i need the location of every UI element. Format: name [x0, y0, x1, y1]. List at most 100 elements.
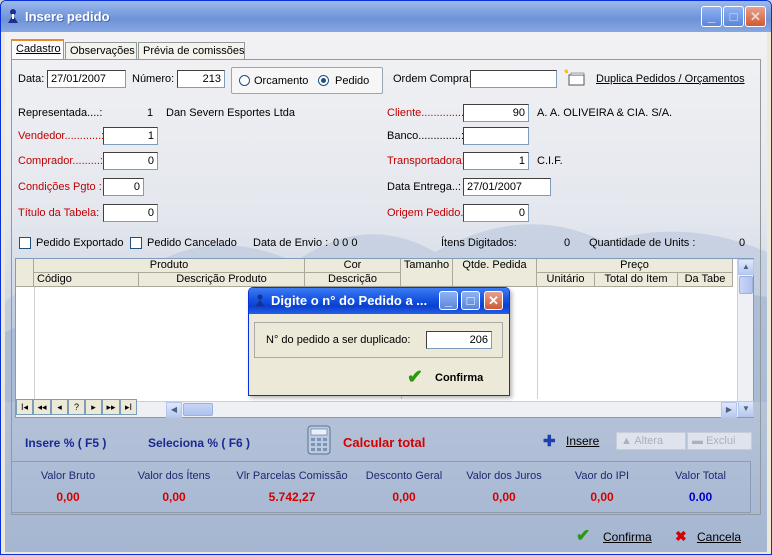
valor-ipi-value: 0,00: [590, 490, 614, 504]
condicoes-label: Condições Pgto :: [18, 181, 102, 193]
exclui-icon: ▬: [692, 435, 707, 447]
comprador-label: Comprador.........:: [18, 155, 103, 167]
grid-vertical-scrollbar[interactable]: ▲ ▼: [737, 259, 754, 417]
numero-field[interactable]: 213: [177, 70, 225, 88]
nav-prior-button[interactable]: ◂: [51, 399, 68, 415]
banco-field[interactable]: [463, 127, 529, 145]
comprador-field[interactable]: 0: [103, 152, 158, 170]
dialog-prompt: N° do pedido a ser duplicado:: [266, 334, 411, 346]
dialog-confirma-button[interactable]: Confirma: [435, 372, 483, 384]
calcular-total-button[interactable]: Calcular total: [343, 435, 425, 450]
grid-col-descricao-produto[interactable]: Descrição Produto: [139, 273, 305, 287]
banco-label: Banco..............:: [387, 130, 465, 142]
pedido-exportado-checkbox[interactable]: [19, 237, 31, 249]
scroll-down-button[interactable]: ▼: [738, 401, 754, 417]
minimize-button[interactable]: _: [701, 6, 722, 27]
seleciona-percent-f6[interactable]: Seleciona % ( F6 ): [148, 436, 250, 450]
data-field[interactable]: 27/01/2007: [47, 70, 126, 88]
dialog-pedido-field[interactable]: 206: [426, 331, 492, 349]
scroll-left-button[interactable]: ◀: [166, 402, 182, 418]
titulo-tabela-label: Título da Tabela:: [18, 207, 100, 219]
data-envio-value: 0 0 0: [333, 237, 358, 249]
numero-label: Número:: [132, 73, 175, 85]
scroll-up-button[interactable]: ▲: [738, 259, 754, 275]
confirma-button[interactable]: Confirma: [603, 530, 652, 544]
nav-next-button[interactable]: ▸: [85, 399, 102, 415]
nav-first-button[interactable]: I◂: [16, 399, 33, 415]
titulo-tabela-field[interactable]: 0: [103, 204, 158, 222]
nav-next-page-button[interactable]: ▸▸: [102, 399, 120, 415]
grid-col-da-tabela[interactable]: Da Tabe: [678, 273, 733, 287]
nav-help-button[interactable]: ?: [68, 399, 85, 415]
tipo-radio-group: Orcamento Pedido: [231, 67, 383, 94]
origem-label: Origem Pedido.:: [387, 207, 467, 219]
tab-cadastro[interactable]: Cadastro: [11, 39, 64, 60]
grid-col-codigo[interactable]: Código: [34, 273, 139, 287]
data-entrega-field[interactable]: 27/01/2007: [463, 178, 551, 196]
duplica-folder-icon[interactable]: [564, 69, 586, 87]
dialog-maximize-button[interactable]: □: [461, 291, 480, 310]
origem-field[interactable]: 0: [463, 204, 529, 222]
cliente-field[interactable]: 90: [463, 104, 529, 122]
ordem-compra-label: Ordem Compra:: [393, 73, 472, 85]
pedido-cancelado-checkbox[interactable]: [130, 237, 142, 249]
calculator-icon[interactable]: [306, 425, 332, 455]
insere-percent-f5[interactable]: Insere % ( F5 ): [25, 436, 106, 450]
close-button[interactable]: ✕: [745, 6, 766, 27]
dialog-close-button[interactable]: ✕: [484, 291, 503, 310]
vendedor-label: Vendedor............:: [18, 130, 105, 142]
grid-group-tamanho: Tamanho: [401, 259, 453, 287]
altera-icon: ▲: [621, 435, 635, 447]
summary-bar: Valor Bruto 0,00 Valor dos Ítens 0,00 Vl…: [11, 461, 751, 513]
grid-col-total-item[interactable]: Total do Item: [595, 273, 678, 287]
vendedor-field[interactable]: 1: [103, 127, 158, 145]
grid-group-preco: Preço: [537, 259, 733, 273]
maximize-button[interactable]: □: [723, 6, 744, 27]
tab-previa-comissoes[interactable]: Prévia de comissões: [138, 42, 245, 60]
representada-label: Representada....:: [18, 107, 103, 119]
main-window: Insere pedido _ □ ✕ Cadastro Observações…: [0, 0, 772, 555]
grid-col-descricao-cor[interactable]: Descrição: [305, 273, 401, 287]
itens-digitados-label: Ítens Digitados:: [441, 237, 517, 249]
valor-bruto-label: Valor Bruto: [40, 470, 96, 482]
nav-last-button[interactable]: ▸I: [120, 399, 137, 415]
transportadora-label: Transportadora:: [387, 155, 465, 167]
valor-bruto-value: 0,00: [56, 490, 80, 504]
pedido-cancelado-label: Pedido Cancelado: [147, 237, 237, 249]
duplica-link[interactable]: Duplica Pedidos / Orçamentos: [596, 73, 745, 85]
dialog-title-bar[interactable]: Digite o n° do Pedido a ... _ □ ✕: [249, 288, 509, 314]
cliente-name: A. A. OLIVEIRA & CIA. S/A.: [537, 107, 673, 119]
nav-prior-page-button[interactable]: ◂◂: [33, 399, 51, 415]
altera-button[interactable]: ▲ Altera: [616, 432, 686, 450]
hscroll-thumb[interactable]: [183, 403, 213, 416]
valor-juros-label: Valor dos Juros: [466, 470, 542, 482]
pedido-radio[interactable]: [318, 75, 329, 86]
quantidade-units-value: 0: [739, 237, 746, 249]
grid-col-unitario[interactable]: Unitário: [537, 273, 595, 287]
dialog-minimize-button[interactable]: _: [439, 291, 458, 310]
data-envio-label: Data de Envio :: [253, 237, 329, 249]
orcamento-radio[interactable]: [239, 75, 250, 86]
scroll-right-button[interactable]: ▶: [721, 402, 737, 418]
ordem-compra-field[interactable]: [470, 70, 557, 88]
transportadora-name: C.I.F.: [537, 155, 563, 167]
exclui-button[interactable]: ▬ Exclui: [687, 432, 752, 450]
orcamento-label: Orcamento: [254, 75, 309, 87]
desconto-geral-value: 0,00: [392, 490, 416, 504]
itens-digitados-value: 0: [564, 237, 571, 249]
grid-group-qtde-pedida: Qtde. Pedida: [453, 259, 537, 287]
cancela-x-icon: ✖: [675, 528, 687, 544]
transportadora-field[interactable]: 1: [463, 152, 529, 170]
cancela-button[interactable]: Cancela: [697, 530, 741, 544]
representada-name: Dan Severn Esportes Ltda: [166, 107, 296, 119]
window-title: Insere pedido: [25, 9, 110, 24]
scroll-thumb[interactable]: [739, 276, 753, 294]
plus-icon: ✚: [543, 433, 556, 450]
tab-observacoes[interactable]: Observações: [65, 42, 137, 60]
duplicate-order-dialog: Digite o n° do Pedido a ... _ □ ✕ N° do …: [248, 287, 510, 396]
insere-button[interactable]: Insere: [566, 434, 599, 448]
desconto-geral-label: Desconto Geral: [365, 470, 443, 482]
title-bar[interactable]: Insere pedido _ □ ✕: [1, 1, 771, 32]
condicoes-field[interactable]: 0: [103, 178, 144, 196]
pedido-label: Pedido: [335, 75, 370, 87]
